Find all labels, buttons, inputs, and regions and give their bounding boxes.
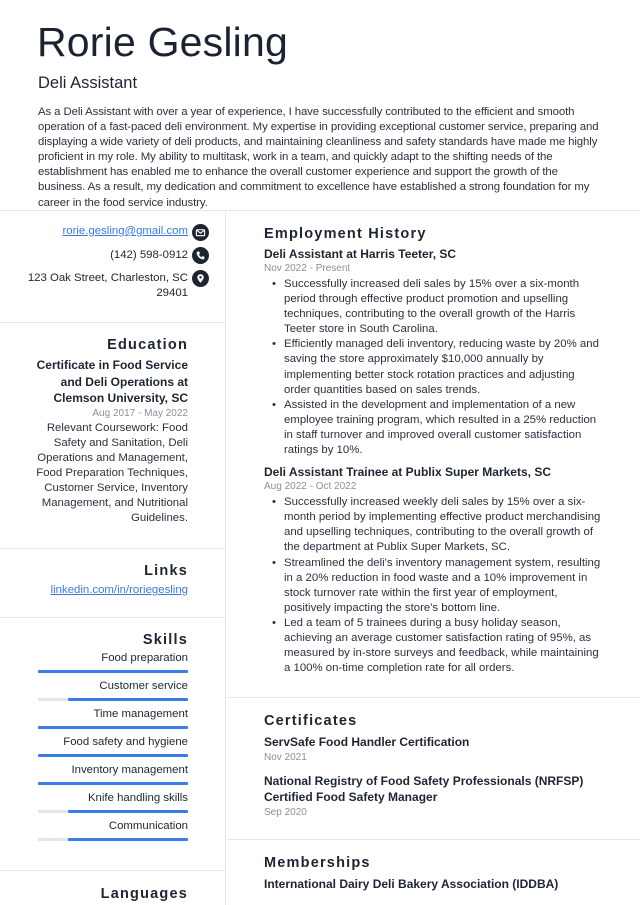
job-bullets: Successfully increased weekly deli sales… — [264, 495, 604, 676]
envelope-icon — [192, 224, 209, 241]
candidate-name: Rorie Gesling — [37, 19, 288, 65]
job-bullet: Successfully increased deli sales by 15%… — [272, 277, 604, 337]
contact-address-row: 123 Oak Street, Charleston, SC 29401 — [28, 271, 188, 301]
profile-summary: As a Deli Assistant with over a year of … — [38, 106, 599, 209]
certificate-date: Sep 2020 — [264, 806, 307, 818]
certificates-heading: Certificates — [264, 713, 358, 729]
address-line-1: 123 Oak Street, Charleston, SC — [27, 272, 188, 284]
education-description: Relevant Coursework: Food Safety and San… — [36, 421, 188, 525]
languages-heading: Languages — [100, 886, 188, 902]
skill-label: Time management — [93, 708, 188, 720]
email-link[interactable]: rorie.gesling@gmail.com — [62, 224, 188, 239]
job-title: Deli Assistant Trainee at Publix Super M… — [264, 465, 551, 480]
skill-item: Communication — [38, 819, 188, 841]
job-bullet: Led a team of 5 trainees during a busy h… — [272, 616, 604, 676]
skill-label: Customer service — [99, 680, 188, 692]
job-dates: Aug 2022 - Oct 2022 — [264, 481, 357, 493]
skills-heading: Skills — [142, 632, 188, 648]
education-degree: Certificate in Food Service and Deli Ope… — [36, 358, 188, 405]
skill-level-bar — [38, 726, 188, 729]
skill-level-bar — [38, 810, 188, 813]
job-bullet: Successfully increased weekly deli sales… — [272, 495, 604, 555]
employment-heading: Employment History — [264, 226, 427, 242]
skill-level-fill — [38, 670, 188, 673]
job-bullet: Efficiently managed deli inventory, redu… — [272, 337, 604, 397]
skills-section: Skills Food preparation Customer service T… — [0, 618, 226, 871]
membership-item: International Dairy Deli Bakery Associat… — [264, 877, 559, 891]
memberships-heading: Memberships — [264, 855, 371, 871]
languages-section: Languages — [0, 871, 226, 905]
skill-level-fill — [68, 698, 188, 701]
links-heading: Links — [144, 563, 188, 579]
memberships-section: Memberships International Dairy Deli Bak… — [227, 840, 640, 905]
job-bullet: Streamlined the deli's inventory managem… — [272, 556, 604, 616]
job-entry: Deli Assistant at Harris Teeter, SC Nov 2… — [264, 246, 604, 458]
certificate-name: National Registry of Food Safety Profess… — [264, 773, 584, 805]
skill-label: Knife handling skills — [87, 792, 188, 804]
employment-section: Employment History Deli Assistant at Har… — [227, 211, 640, 698]
sidebar: rorie.gesling@gmail.com (142) 598-0912 1… — [0, 211, 226, 905]
skill-level-fill — [38, 782, 188, 785]
education-heading: Education — [107, 337, 188, 353]
skill-level-bar — [38, 838, 188, 841]
links-section: Links linkedin.com/in/roriegesling — [0, 549, 226, 618]
phone-icon — [192, 247, 209, 264]
skill-level-fill — [68, 810, 188, 813]
phone-number: (142) 598-0912 — [110, 249, 188, 261]
linkedin-link[interactable]: linkedin.com/in/roriegesling — [38, 583, 188, 598]
skill-level-bar — [38, 670, 188, 673]
certificate-name: ServSafe Food Handler Certification — [264, 735, 470, 749]
main-content: Employment History Deli Assistant at Har… — [227, 211, 640, 905]
job-entry: Deli Assistant Trainee at Publix Super M… — [264, 464, 604, 676]
resume-header: Rorie Gesling Deli Assistant As a Deli A… — [0, 0, 640, 211]
skill-item: Time management — [38, 707, 188, 729]
skill-label: Communication — [108, 820, 188, 832]
skill-item: Food safety and hygiene — [38, 735, 188, 757]
skill-item: Food preparation — [38, 651, 188, 673]
job-bullets: Successfully increased deli sales by 15%… — [264, 277, 604, 458]
skill-level-bar — [38, 698, 188, 701]
contact-section: rorie.gesling@gmail.com (142) 598-0912 1… — [0, 211, 226, 323]
skill-level-bar — [38, 754, 188, 757]
job-dates: Nov 2022 - Present — [264, 263, 351, 274]
skill-level-fill — [38, 726, 188, 729]
address-line-2: 29401 — [156, 287, 188, 299]
skill-item: Knife handling skills — [38, 791, 188, 813]
skill-item: Inventory management — [38, 763, 188, 785]
skill-label: Food preparation — [101, 652, 188, 664]
location-pin-icon — [192, 270, 209, 287]
skill-level-fill — [68, 838, 188, 841]
skill-level-bar — [38, 782, 188, 785]
candidate-title: Deli Assistant — [38, 74, 138, 92]
skill-label: Food safety and hygiene — [63, 736, 188, 748]
contact-phone-row: (142) 598-0912 — [110, 248, 188, 263]
skill-label: Inventory management — [71, 764, 188, 776]
skill-level-fill — [38, 754, 188, 757]
contact-email-row: rorie.gesling@gmail.com — [62, 224, 188, 239]
job-bullet: Assisted in the development and implemen… — [272, 398, 604, 458]
skill-item: Customer service — [38, 679, 188, 701]
job-title: Deli Assistant at Harris Teeter, SC — [264, 247, 457, 261]
certificates-section: Certificates ServSafe Food Handler Certi… — [227, 698, 640, 840]
certificate-item: ServSafe Food Handler Certification Nov … — [264, 734, 614, 765]
education-dates: Aug 2017 - May 2022 — [92, 407, 188, 419]
certificate-date: Nov 2021 — [264, 751, 307, 763]
education-section: Education Certificate in Food Service an… — [0, 323, 226, 549]
certificate-item: National Registry of Food Safety Profess… — [264, 773, 614, 820]
